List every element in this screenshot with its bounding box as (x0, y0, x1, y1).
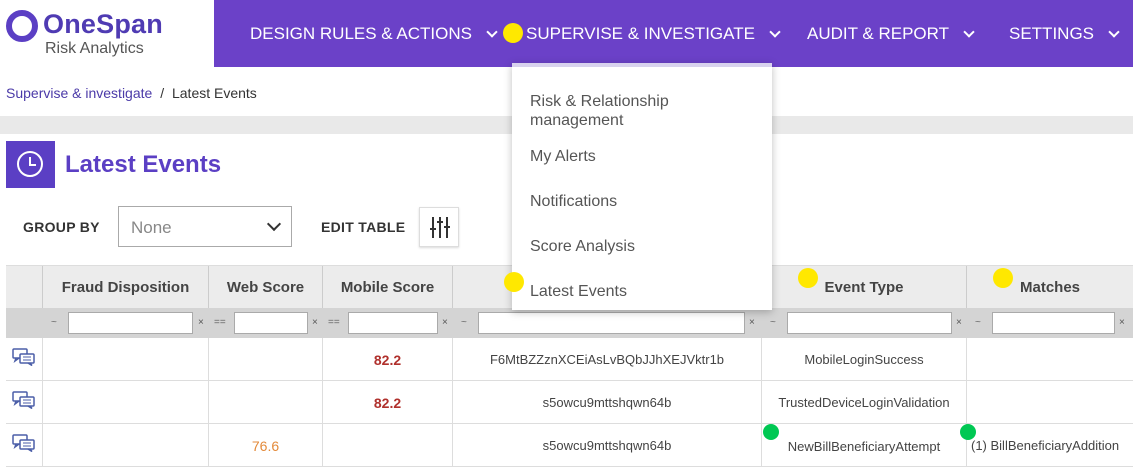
cell-event-type: TrustedDeviceLoginValidation (761, 381, 966, 424)
marker-dot (798, 268, 818, 288)
group-by-label: GROUP BY (23, 219, 100, 235)
column-header-web-score[interactable]: Web Score (208, 266, 322, 309)
filter-clear-icon[interactable]: × (1119, 317, 1125, 328)
cell-web-score (208, 381, 322, 424)
cell-matches (966, 381, 1133, 424)
nav-label: SUPERVISE & INVESTIGATE (526, 24, 755, 43)
column-header-mobile-score[interactable]: Mobile Score (322, 266, 452, 309)
group-by-select[interactable]: None (118, 206, 292, 247)
comments-icon[interactable] (12, 391, 36, 409)
cell-device: s5owcu9mttshqwn64b (452, 424, 761, 467)
column-header-matches[interactable]: Matches (966, 266, 1133, 309)
table-row[interactable]: 82.2 s5owcu9mttshqwn64b TrustedDeviceLog… (6, 381, 1133, 424)
cell-web-score: 76.6 (208, 424, 322, 467)
logo[interactable]: OneSpan Risk Analytics (0, 0, 214, 67)
marker-dot (993, 268, 1013, 288)
filter-input-mobile-score[interactable] (348, 312, 438, 334)
filter-clear-icon[interactable]: × (749, 317, 755, 328)
nav-supervise-investigate[interactable]: SUPERVISE & INVESTIGATE (526, 24, 781, 44)
nav-label: SETTINGS (1009, 24, 1095, 43)
cell-mobile-score: 82.2 (322, 381, 452, 424)
marker-dot (763, 424, 779, 440)
filter-clear-icon[interactable]: × (198, 317, 204, 328)
group-by-value: None (131, 218, 172, 237)
breadcrumb-separator: / (160, 85, 165, 101)
filter-input-matches[interactable] (992, 312, 1115, 334)
cell-fraud-disposition (42, 381, 208, 424)
column-header-fraud-disposition[interactable]: Fraud Disposition (42, 266, 208, 309)
top-nav-bar: OneSpan Risk Analytics DESIGN RULES & AC… (0, 0, 1133, 67)
page-title-icon-box (6, 141, 55, 188)
cell-device: s5owcu9mttshqwn64b (452, 381, 761, 424)
filter-input-event-type[interactable] (787, 312, 952, 334)
filter-clear-icon[interactable]: × (312, 317, 318, 328)
supervise-investigate-dropdown-menu: Risk & Relationship management My Alerts… (512, 63, 772, 310)
filter-clear-icon[interactable]: × (442, 317, 448, 328)
menu-item-my-alerts[interactable]: My Alerts (530, 147, 596, 166)
filter-operator[interactable]: == (214, 317, 226, 328)
mobile-score-value: 82.2 (373, 394, 402, 411)
filter-operator[interactable]: ~ (51, 317, 57, 328)
logo-subtitle: Risk Analytics (45, 40, 144, 57)
nav-settings[interactable]: SETTINGS (1009, 24, 1120, 44)
column-header-event-type[interactable]: Event Type (761, 266, 966, 309)
filter-input-fraud-disposition[interactable] (68, 312, 193, 334)
nav-design-rules-actions[interactable]: DESIGN RULES & ACTIONS (250, 24, 498, 44)
mobile-score-value: 82.2 (373, 351, 402, 368)
chevron-down-icon (769, 25, 781, 38)
menu-item-latest-events[interactable]: Latest Events (530, 282, 627, 301)
edit-table-button[interactable] (419, 207, 459, 247)
menu-item-notifications[interactable]: Notifications (530, 192, 617, 211)
table-filter-row: ~ × == × == × ~ × ~ × ~ × (6, 308, 1133, 338)
cell-fraud-disposition (42, 338, 208, 381)
breadcrumb-current: Latest Events (171, 85, 257, 101)
cell-mobile-score (322, 424, 452, 467)
filter-operator[interactable]: ~ (975, 317, 981, 328)
app-root: OneSpan Risk Analytics DESIGN RULES & AC… (0, 0, 1133, 468)
menu-item-risk-relationship[interactable]: Risk & Relationship management (530, 92, 750, 130)
comments-icon[interactable] (12, 434, 36, 452)
cell-mobile-score: 82.2 (322, 338, 452, 381)
filter-input-web-score[interactable] (234, 312, 308, 334)
nav-audit-report[interactable]: AUDIT & REPORT (807, 24, 975, 44)
chevron-down-icon (486, 25, 498, 38)
clock-icon (17, 151, 43, 177)
cell-event-type: MobileLoginSuccess (761, 338, 966, 381)
comments-icon[interactable] (12, 348, 36, 366)
cell-fraud-disposition (42, 424, 208, 467)
web-score-value: 76.6 (251, 437, 280, 454)
filter-operator[interactable]: ~ (461, 317, 467, 328)
nav-label: AUDIT & REPORT (807, 24, 950, 43)
table-row[interactable]: 82.2 F6MtBZZznXCEiAsLvBQbJJhXEJVktr1b Mo… (6, 338, 1133, 381)
chevron-down-icon (1108, 25, 1120, 38)
filter-operator[interactable]: ~ (770, 317, 776, 328)
filter-input-device[interactable] (478, 312, 745, 334)
cell-web-score (208, 338, 322, 381)
chevron-down-icon (266, 216, 282, 232)
breadcrumb-parent-link[interactable]: Supervise & investigate (6, 85, 152, 101)
edit-table-label: EDIT TABLE (321, 219, 406, 235)
breadcrumb: Supervise & investigate / Latest Events (6, 85, 257, 101)
filter-clear-icon[interactable]: × (956, 317, 962, 328)
sliders-icon (430, 217, 450, 238)
filter-operator[interactable]: == (328, 317, 340, 328)
menu-item-score-analysis[interactable]: Score Analysis (530, 237, 635, 256)
marker-dot (504, 272, 524, 292)
logo-name: OneSpan (43, 9, 163, 39)
nav-label: DESIGN RULES & ACTIONS (250, 24, 472, 43)
cell-matches: (1) BillBeneficiaryAddition (966, 424, 1133, 467)
chevron-down-icon (963, 25, 975, 38)
onespan-logo-icon (6, 10, 38, 42)
cell-event-type: NewBillBeneficiaryAttempt (761, 424, 966, 467)
cell-device: F6MtBZZznXCEiAsLvBQbJJhXEJVktr1b (452, 338, 761, 381)
page-title: Latest Events (65, 151, 222, 178)
marker-dot (503, 23, 523, 43)
cell-matches (966, 338, 1133, 381)
marker-dot (960, 424, 976, 440)
